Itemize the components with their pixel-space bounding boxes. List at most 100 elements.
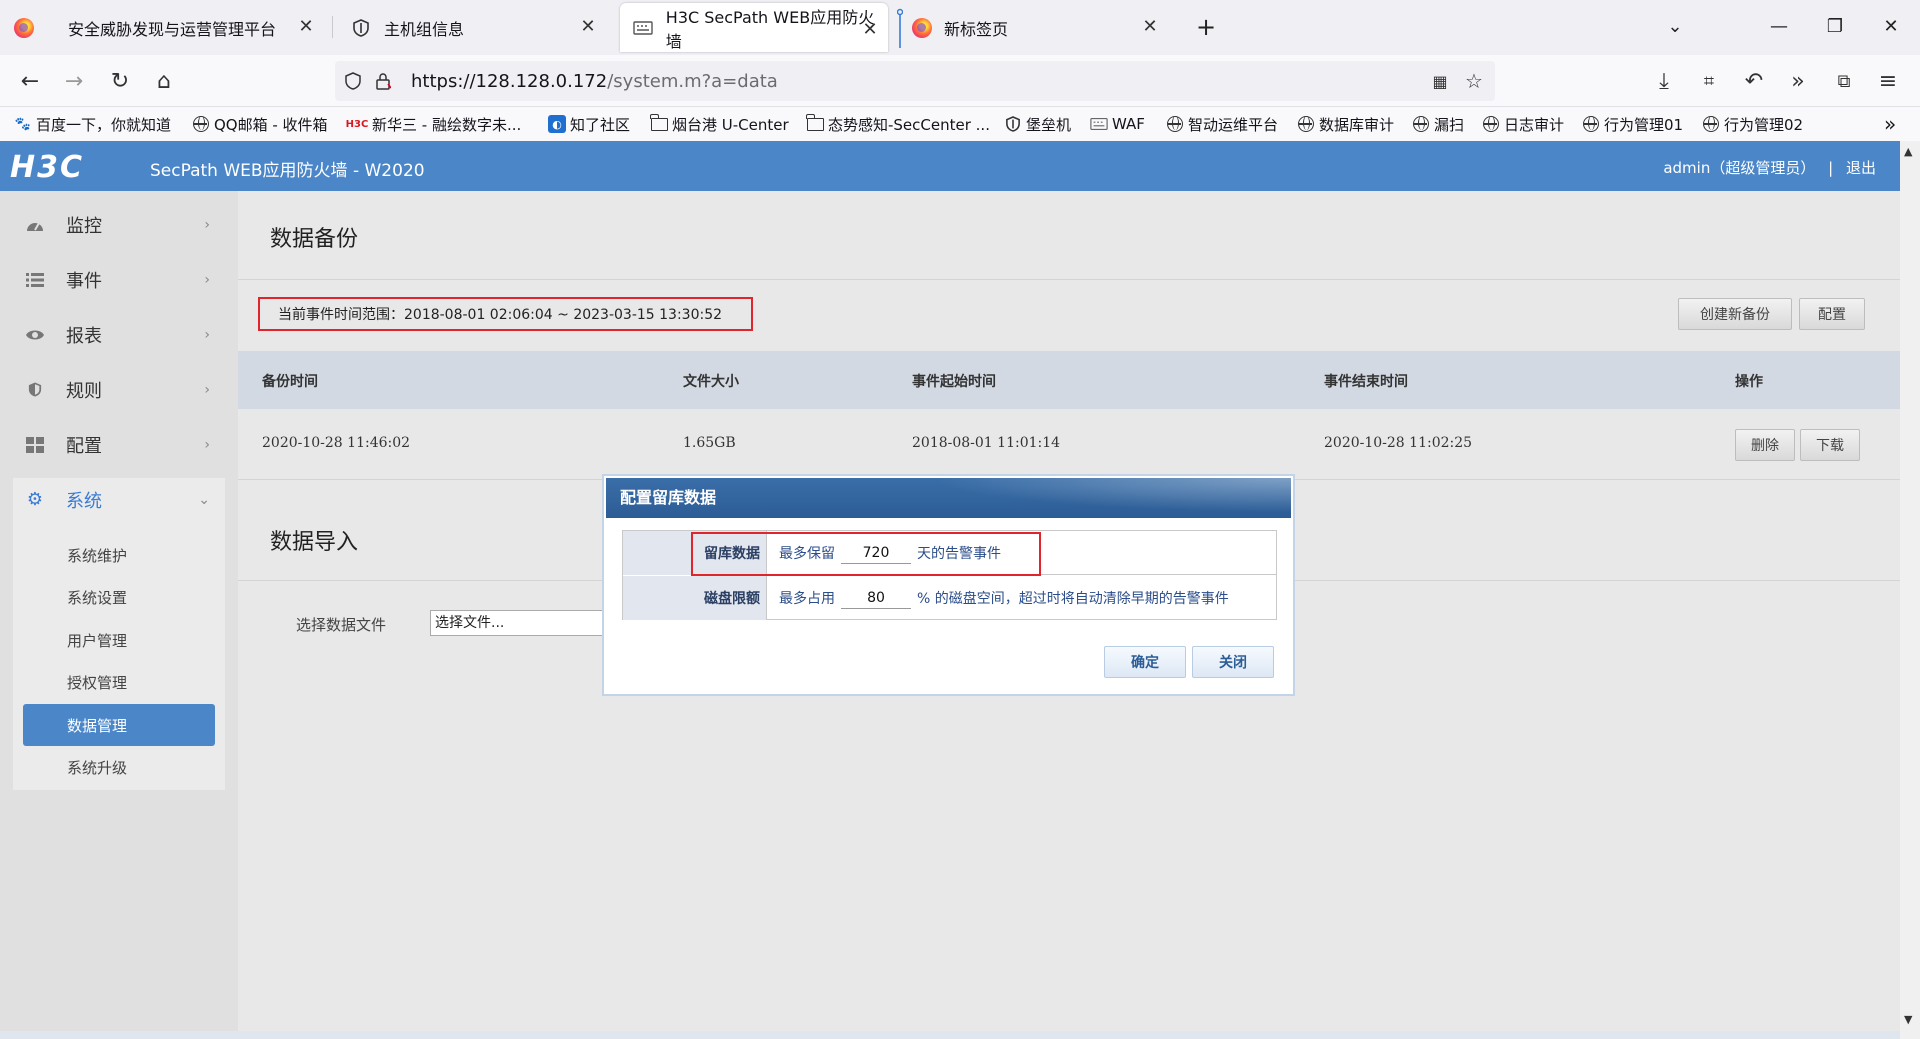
create-backup-button[interactable]: 创建新备份 bbox=[1678, 298, 1792, 330]
url-host: https://128.128.0.172 bbox=[411, 70, 608, 92]
h3c-logo: H3C bbox=[10, 150, 84, 185]
menu-icon[interactable]: ≡ bbox=[1872, 65, 1904, 97]
download-button[interactable]: 下载 bbox=[1800, 429, 1860, 461]
sidebar-item-events[interactable]: 事件 › bbox=[0, 252, 238, 307]
lock-warning-icon[interactable] bbox=[373, 71, 393, 91]
sidebar-item-label: 监控 bbox=[66, 215, 102, 237]
globe-icon bbox=[1482, 115, 1500, 133]
firefox-icon bbox=[912, 17, 932, 38]
tab-new-tab[interactable]: 新标签页 ✕ bbox=[912, 0, 1172, 55]
qr-code-icon[interactable]: ▦ bbox=[1430, 71, 1450, 91]
bookmark-item[interactable]: 数据库审计 bbox=[1297, 113, 1394, 135]
sidebar-item-config[interactable]: 配置 › bbox=[0, 417, 238, 472]
close-window-button[interactable]: ✕ bbox=[1878, 14, 1904, 40]
tab-label: 主机组信息 bbox=[384, 19, 465, 39]
close-icon[interactable]: ✕ bbox=[296, 17, 316, 37]
bookmarks-toolbar: 🐾 百度一下，你就知道 QQ邮箱 - 收件箱 H3C 新华三 - 融绘数字未... … bbox=[0, 107, 1920, 141]
sidebar-item-system[interactable]: ⚙ 系统 ⌄ bbox=[0, 472, 238, 527]
tab-separator bbox=[332, 16, 333, 38]
bookmark-item[interactable]: 日志审计 bbox=[1482, 113, 1564, 135]
bookmark-folder[interactable]: 态势感知-SecCenter ... bbox=[806, 113, 990, 135]
dashboard-icon bbox=[24, 214, 46, 236]
firefox-view-button[interactable] bbox=[14, 0, 58, 55]
submenu-item-maintenance[interactable]: 系统维护 bbox=[23, 534, 215, 576]
back-button[interactable]: ← bbox=[14, 65, 46, 97]
delete-button[interactable]: 删除 bbox=[1735, 429, 1795, 461]
table-row: 2020-10-28 11:46:02 1.65GB 2018-08-01 11… bbox=[238, 409, 1900, 479]
user-info: admin（超级管理员） | 退出 bbox=[1655, 157, 1876, 178]
url-path: /system.m?a=data bbox=[607, 70, 778, 92]
submenu-item-data[interactable]: 数据管理 bbox=[23, 704, 215, 746]
address-bar[interactable]: https://128.128.0.172/system.m?a=data ▦ … bbox=[335, 61, 1495, 101]
crop-icon[interactable]: ⌗ bbox=[1693, 65, 1725, 97]
bookmark-item[interactable]: 漏扫 bbox=[1412, 113, 1464, 135]
close-icon[interactable]: ✕ bbox=[1140, 17, 1160, 37]
submenu-item-settings[interactable]: 系统设置 bbox=[23, 576, 215, 618]
forward-button[interactable]: → bbox=[58, 65, 90, 97]
bookmark-item[interactable]: WAF bbox=[1090, 113, 1145, 135]
logout-link[interactable]: 退出 bbox=[1846, 159, 1876, 177]
sidebar-item-reports[interactable]: 报表 › bbox=[0, 307, 238, 362]
home-button[interactable]: ⌂ bbox=[148, 65, 180, 97]
undo-icon[interactable]: ↶ bbox=[1738, 65, 1770, 97]
bookmarks-overflow-chevron-icon[interactable]: » bbox=[1884, 112, 1896, 136]
config-button[interactable]: 配置 bbox=[1799, 298, 1865, 330]
bookmark-item[interactable]: 智动运维平台 bbox=[1166, 113, 1278, 135]
shield-icon bbox=[24, 379, 46, 401]
reload-button[interactable]: ↻ bbox=[104, 65, 136, 97]
tab-waf[interactable]: H3C SecPath WEB应用防火墙 ✕ bbox=[620, 3, 888, 52]
bookmark-star-icon[interactable]: ☆ bbox=[1464, 69, 1484, 93]
bookmark-label: 百度一下，你就知道 bbox=[36, 115, 172, 134]
bookmark-label: 智动运维平台 bbox=[1188, 115, 1279, 134]
ok-button[interactable]: 确定 bbox=[1104, 646, 1186, 678]
vertical-scrollbar[interactable]: ▲ ▼ bbox=[1900, 141, 1920, 1039]
cell-file-size: 1.65GB bbox=[683, 435, 736, 451]
bookmark-item[interactable]: 行为管理02 bbox=[1702, 113, 1803, 135]
column-header: 事件起始时间 bbox=[912, 374, 996, 390]
file-select-input[interactable]: 选择文件... bbox=[430, 610, 610, 636]
more-tools-chevron-icon[interactable]: » bbox=[1782, 65, 1814, 97]
user-name[interactable]: admin（超级管理员） bbox=[1663, 159, 1815, 177]
horizontal-scrollbar[interactable] bbox=[0, 1031, 1900, 1039]
submenu-item-users[interactable]: 用户管理 bbox=[23, 619, 215, 661]
tab-host-group[interactable]: 主机组信息 ✕ bbox=[350, 0, 610, 55]
bookmark-item[interactable]: 堡垒机 bbox=[1004, 113, 1071, 135]
downloads-icon[interactable]: ⤓ bbox=[1648, 65, 1680, 97]
bookmark-item[interactable]: 🐾 百度一下，你就知道 bbox=[14, 113, 171, 135]
submenu-item-license[interactable]: 授权管理 bbox=[23, 661, 215, 703]
bookmark-item[interactable]: ◐ 知了社区 bbox=[548, 113, 630, 135]
extensions-icon[interactable]: ⧉ bbox=[1828, 65, 1860, 97]
column-header: 文件大小 bbox=[683, 374, 739, 390]
tracking-shield-icon[interactable] bbox=[343, 71, 363, 91]
folder-icon bbox=[650, 113, 668, 133]
scroll-up-icon[interactable]: ▲ bbox=[1904, 145, 1912, 158]
sidebar-item-monitor[interactable]: 监控 › bbox=[0, 197, 238, 252]
close-icon[interactable]: ✕ bbox=[578, 17, 598, 37]
bookmark-label: 行为管理02 bbox=[1724, 115, 1804, 134]
bookmark-item[interactable]: H3C 新华三 - 融绘数字未... bbox=[346, 113, 522, 135]
browser-navbar: ← → ↻ ⌂ https://128.128.0.172/system.m?a… bbox=[0, 55, 1920, 107]
submenu-item-upgrade[interactable]: 系统升级 bbox=[23, 746, 215, 788]
minimize-button[interactable]: — bbox=[1766, 14, 1792, 40]
backup-table-header: 备份时间 文件大小 事件起始时间 事件结束时间 操作 bbox=[238, 351, 1900, 409]
disk-quota-input[interactable]: 80 bbox=[841, 587, 911, 609]
bookmark-item[interactable]: 行为管理01 bbox=[1582, 113, 1683, 135]
bookmark-item[interactable]: QQ邮箱 - 收件箱 bbox=[192, 113, 328, 135]
tab-threat-platform[interactable]: 安全威胁发现与运营管理平台 ✕ bbox=[68, 0, 328, 55]
bookmark-folder[interactable]: 烟台港 U-Center bbox=[650, 113, 789, 135]
cell-backup-time: 2020-10-28 11:46:02 bbox=[262, 435, 411, 451]
tab-list-chevron-icon[interactable]: ⌄ bbox=[1662, 14, 1688, 40]
globe-icon bbox=[1412, 115, 1430, 133]
bookmark-label: 烟台港 U-Center bbox=[672, 115, 789, 134]
restore-button[interactable]: ❐ bbox=[1822, 14, 1848, 40]
list-icon bbox=[24, 269, 46, 291]
event-time-range: 当前事件时间范围：2018-08-01 02:06:04 ~ 2023-03-1… bbox=[258, 297, 753, 331]
close-button[interactable]: 关闭 bbox=[1192, 646, 1274, 678]
bookmark-label: QQ邮箱 - 收件箱 bbox=[214, 115, 328, 134]
sidebar-item-rules[interactable]: 规则 › bbox=[0, 362, 238, 417]
scroll-down-icon[interactable]: ▼ bbox=[1904, 1013, 1912, 1026]
column-header: 备份时间 bbox=[262, 374, 318, 390]
close-icon[interactable]: ✕ bbox=[860, 20, 880, 40]
retention-dialog: 配置留库数据 留库数据 最多保留 720 天的告警事件 磁盘限额 最多占用 80… bbox=[602, 474, 1295, 696]
new-tab-button[interactable]: + bbox=[1193, 14, 1219, 40]
